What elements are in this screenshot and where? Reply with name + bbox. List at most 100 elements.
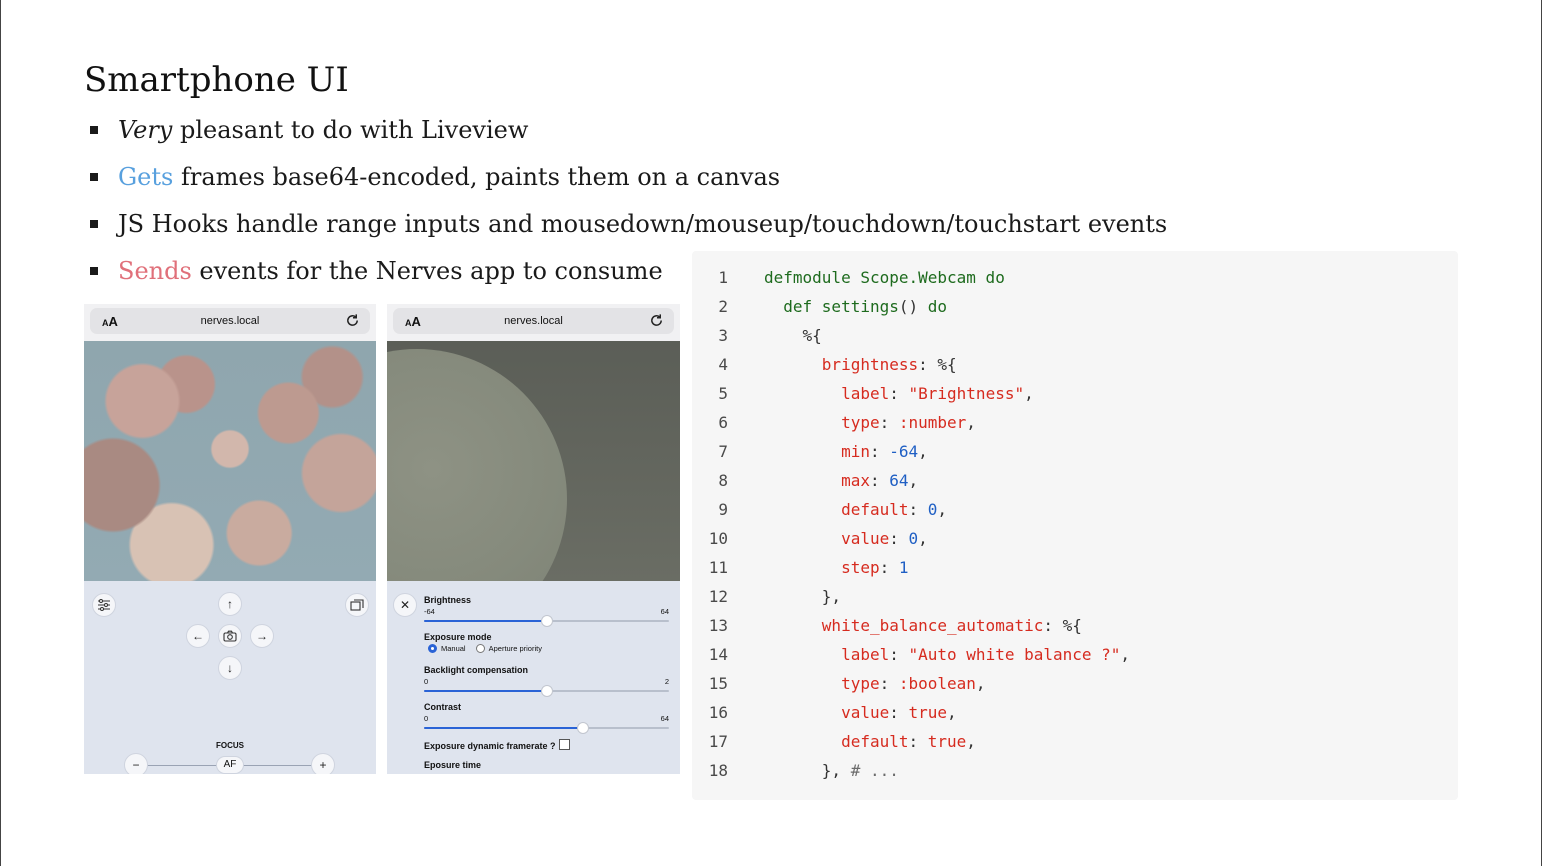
slider-fill — [424, 727, 584, 729]
code-text: }, — [764, 582, 841, 611]
reload-icon[interactable] — [345, 313, 360, 328]
code-token: , — [918, 442, 928, 461]
code-token: : %{ — [1043, 616, 1082, 635]
exposure-mode-radio-group: Manual Aperture priority — [428, 644, 542, 653]
code-token: default — [764, 500, 909, 519]
line-number: 11 — [708, 558, 728, 577]
reload-icon[interactable] — [649, 313, 664, 328]
arrow-left-icon[interactable]: ← — [186, 624, 210, 648]
line-number: 13 — [708, 616, 728, 635]
backlight-label: Backlight compensation — [424, 665, 529, 675]
line-number: 1 — [718, 268, 728, 287]
code-token: 0 — [927, 500, 938, 519]
dynamic-framerate-checkbox[interactable] — [558, 739, 570, 750]
phone-screenshot-camera: AA nerves.local ↑ ← → ↓ FOCUS − AF + — [84, 304, 376, 774]
code-token: :boolean — [898, 674, 976, 693]
line-number: 8 — [718, 471, 728, 490]
arrow-up-icon[interactable]: ↑ — [218, 592, 242, 616]
focus-minus-button[interactable]: − — [124, 753, 148, 774]
focus-label: FOCUS — [216, 741, 244, 750]
backlight-slider[interactable] — [424, 685, 669, 697]
slide-border-left — [0, 0, 1, 866]
code-token: value — [764, 529, 890, 548]
browser-toolbar: AA nerves.local — [84, 304, 376, 341]
code-token: , — [1120, 645, 1131, 664]
code-text: %{ — [764, 321, 822, 350]
radio-aperture-priority[interactable] — [475, 644, 485, 653]
bullet-item: Very pleasant to do with Liveview — [88, 112, 1167, 159]
bullet-text: pleasant to do with Liveview — [172, 116, 529, 144]
code-token: , — [975, 674, 986, 693]
code-text: default: true, — [764, 727, 976, 756]
slider-fill — [424, 690, 547, 692]
code-text: label: "Auto white balance ?", — [764, 640, 1130, 669]
camera-controls: ↑ ← → ↓ FOCUS − AF + — [84, 581, 376, 774]
code-token: 64 — [889, 471, 909, 490]
code-token: true — [908, 703, 948, 722]
code-token: label — [764, 645, 890, 664]
code-text: white_balance_automatic: %{ — [764, 611, 1082, 640]
camera-snapshot-icon[interactable] — [218, 624, 242, 648]
code-token: , — [937, 500, 948, 519]
line-number: 5 — [718, 384, 728, 403]
camera-canvas[interactable] — [387, 341, 680, 581]
code-token: "Brightness" — [908, 384, 1025, 403]
close-icon[interactable]: ✕ — [393, 593, 417, 617]
arrow-right-icon[interactable]: → — [250, 624, 274, 648]
exposure-mode-label: Exposure mode — [424, 632, 492, 642]
code-token: step — [764, 558, 880, 577]
code-token: : %{ — [918, 355, 957, 374]
slider-fill — [424, 620, 547, 622]
bullet-marker — [90, 173, 98, 181]
code-text: def settings() do — [764, 292, 947, 321]
code-text: type: :boolean, — [764, 669, 986, 698]
autofocus-button[interactable]: AF — [216, 756, 244, 774]
slider-knob[interactable] — [577, 722, 590, 734]
code-token: settings — [821, 297, 899, 316]
contrast-slider[interactable] — [424, 722, 669, 734]
address-bar[interactable]: AA nerves.local — [90, 308, 370, 334]
brightness-label: Brightness — [424, 595, 472, 605]
bullet-marker — [90, 220, 98, 228]
fullscreen-icon[interactable] — [345, 593, 369, 617]
bullet-item: Gets frames base64-encoded, paints them … — [88, 159, 1167, 206]
code-token: type — [764, 413, 880, 432]
brightness-slider[interactable] — [424, 615, 669, 627]
code-token: : — [879, 674, 899, 693]
dynamic-framerate-label: Exposure dynamic framerate ? — [424, 741, 556, 751]
code-token: Scope.Webcam — [860, 268, 976, 287]
line-number: 4 — [718, 355, 728, 374]
code-token: def — [764, 297, 822, 316]
code-token: do — [927, 297, 948, 316]
code-token: : — [908, 732, 928, 751]
code-token: }, — [764, 587, 842, 606]
bullet-link-gets[interactable]: Gets — [118, 163, 173, 191]
code-token: , — [918, 529, 928, 548]
address-bar[interactable]: AA nerves.local — [393, 308, 674, 334]
url-text: nerves.local — [200, 315, 260, 327]
code-text: max: 64, — [764, 466, 918, 495]
bullet-link-sends[interactable]: Sends — [118, 257, 192, 285]
code-token: true — [927, 732, 967, 751]
code-token: default — [764, 732, 909, 751]
radio-manual[interactable] — [428, 644, 437, 653]
line-number: 10 — [708, 529, 728, 548]
code-token: : — [879, 413, 899, 432]
slider-knob[interactable] — [540, 615, 553, 627]
slider-knob[interactable] — [540, 685, 553, 697]
camera-canvas[interactable] — [84, 341, 376, 581]
code-token: 0 — [908, 529, 919, 548]
radio-manual-label: Manual — [441, 644, 466, 653]
slide-title: Smartphone UI — [84, 60, 349, 100]
code-token: do — [975, 268, 1005, 287]
code-text: }, # ... — [764, 756, 899, 785]
code-token: : — [869, 442, 890, 461]
bullet-text: events for the Nerves app to consume — [191, 257, 663, 285]
dynamic-framerate-row: Exposure dynamic framerate ? — [424, 739, 570, 751]
arrow-down-icon[interactable]: ↓ — [218, 656, 242, 680]
focus-plus-button[interactable]: + — [311, 753, 335, 774]
bullet-emphasis: Very — [118, 116, 173, 144]
code-text: default: 0, — [764, 495, 947, 524]
contrast-label: Contrast — [424, 702, 462, 712]
settings-sliders-icon[interactable] — [92, 593, 116, 617]
